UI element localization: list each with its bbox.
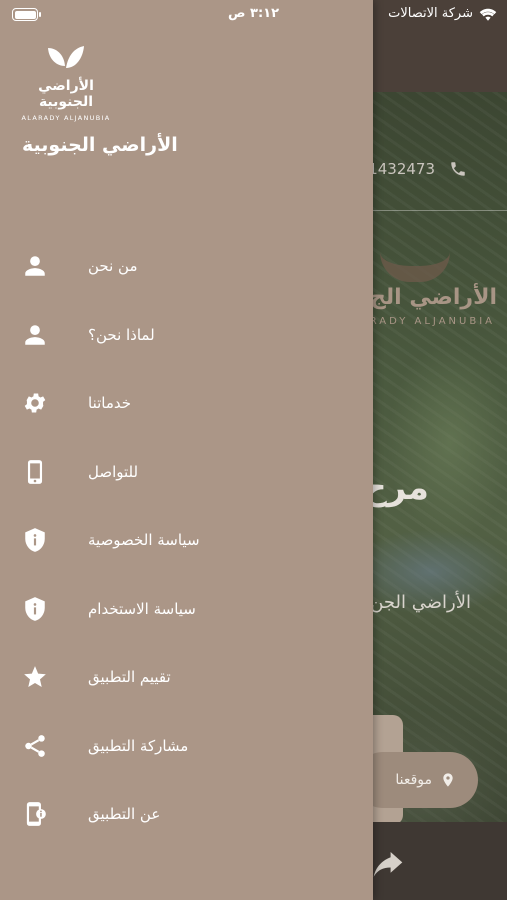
menu-item-label: تقييم التطبيق <box>88 668 171 687</box>
phone-number: 1432473 <box>368 160 435 178</box>
battery-icon <box>12 8 41 21</box>
location-label: موقعنا <box>395 772 432 788</box>
welcome-subtitle: الأراضي الجن <box>370 592 471 613</box>
menu-item-why-us[interactable]: لماذا نحن؟ <box>0 301 373 370</box>
menu-item-label: لماذا نحن؟ <box>88 325 155 344</box>
menu-item-rate-app[interactable]: تقييم التطبيق <box>0 643 373 712</box>
shield-info-icon <box>21 595 49 623</box>
menu-item-about-app[interactable]: عن التطبيق <box>0 780 373 849</box>
clock: ٣:١٢ ص <box>228 6 280 21</box>
menu-item-about-us[interactable]: من نحن <box>0 232 373 301</box>
menu-item-privacy-policy[interactable]: سياسة الخصوصية <box>0 506 373 575</box>
bg-logo-arabic: الأراضي الج <box>370 285 497 310</box>
menu-item-label: للتواصل <box>88 462 139 481</box>
location-pin-icon <box>443 773 453 787</box>
menu-item-terms-of-use[interactable]: سياسة الاستخدام <box>0 575 373 644</box>
bg-logo-english: RADY ALJANUBIA <box>369 316 495 327</box>
status-bar: شركة الاتصالات ٣:١٢ ص <box>0 0 507 30</box>
divider <box>373 210 507 211</box>
menu-item-label: خدماتنا <box>88 394 132 413</box>
phone-icon <box>21 458 49 486</box>
phone-icon <box>451 162 465 176</box>
location-button[interactable]: موقعنا <box>355 752 478 808</box>
drawer-title: الأراضي الجنوبية <box>22 134 178 156</box>
drawer-menu: من نحن لماذا نحن؟ خدماتنا للتواصل سياسة … <box>0 232 373 849</box>
menu-item-label: سياسة الخصوصية <box>88 531 200 550</box>
menu-item-label: سياسة الاستخدام <box>88 599 196 618</box>
star-icon <box>21 663 49 691</box>
menu-item-label: عن التطبيق <box>88 805 161 824</box>
brand-logo: الأراضي الجنوبية ALARADY ALJANUBIA <box>20 44 112 122</box>
wifi-icon <box>479 8 497 21</box>
person-icon <box>21 321 49 349</box>
contact-phone-row[interactable]: 1432473 <box>368 160 467 178</box>
menu-item-label: من نحن <box>88 257 138 276</box>
menu-item-label: مشاركة التطبيق <box>88 736 189 755</box>
menu-item-services[interactable]: خدماتنا <box>0 369 373 438</box>
brand-name-arabic: الأراضي الجنوبية <box>38 78 94 110</box>
brand-name-english: ALARADY ALJANUBIA <box>21 114 111 122</box>
menu-item-share-app[interactable]: مشاركة التطبيق <box>0 712 373 781</box>
navigation-drawer: الأراضي الجنوبية ALARADY ALJANUBIA الأرا… <box>0 0 373 900</box>
leaf-logo-icon <box>48 46 84 68</box>
carrier-group: شركة الاتصالات <box>388 6 497 21</box>
person-icon <box>21 252 49 280</box>
app-info-icon <box>21 800 49 828</box>
share-icon <box>21 732 49 760</box>
share-arrow-icon[interactable] <box>372 852 404 878</box>
shield-info-icon <box>21 526 49 554</box>
carrier-name: شركة الاتصالات <box>388 6 473 21</box>
gear-icon <box>21 389 49 417</box>
menu-item-contact[interactable]: للتواصل <box>0 438 373 507</box>
